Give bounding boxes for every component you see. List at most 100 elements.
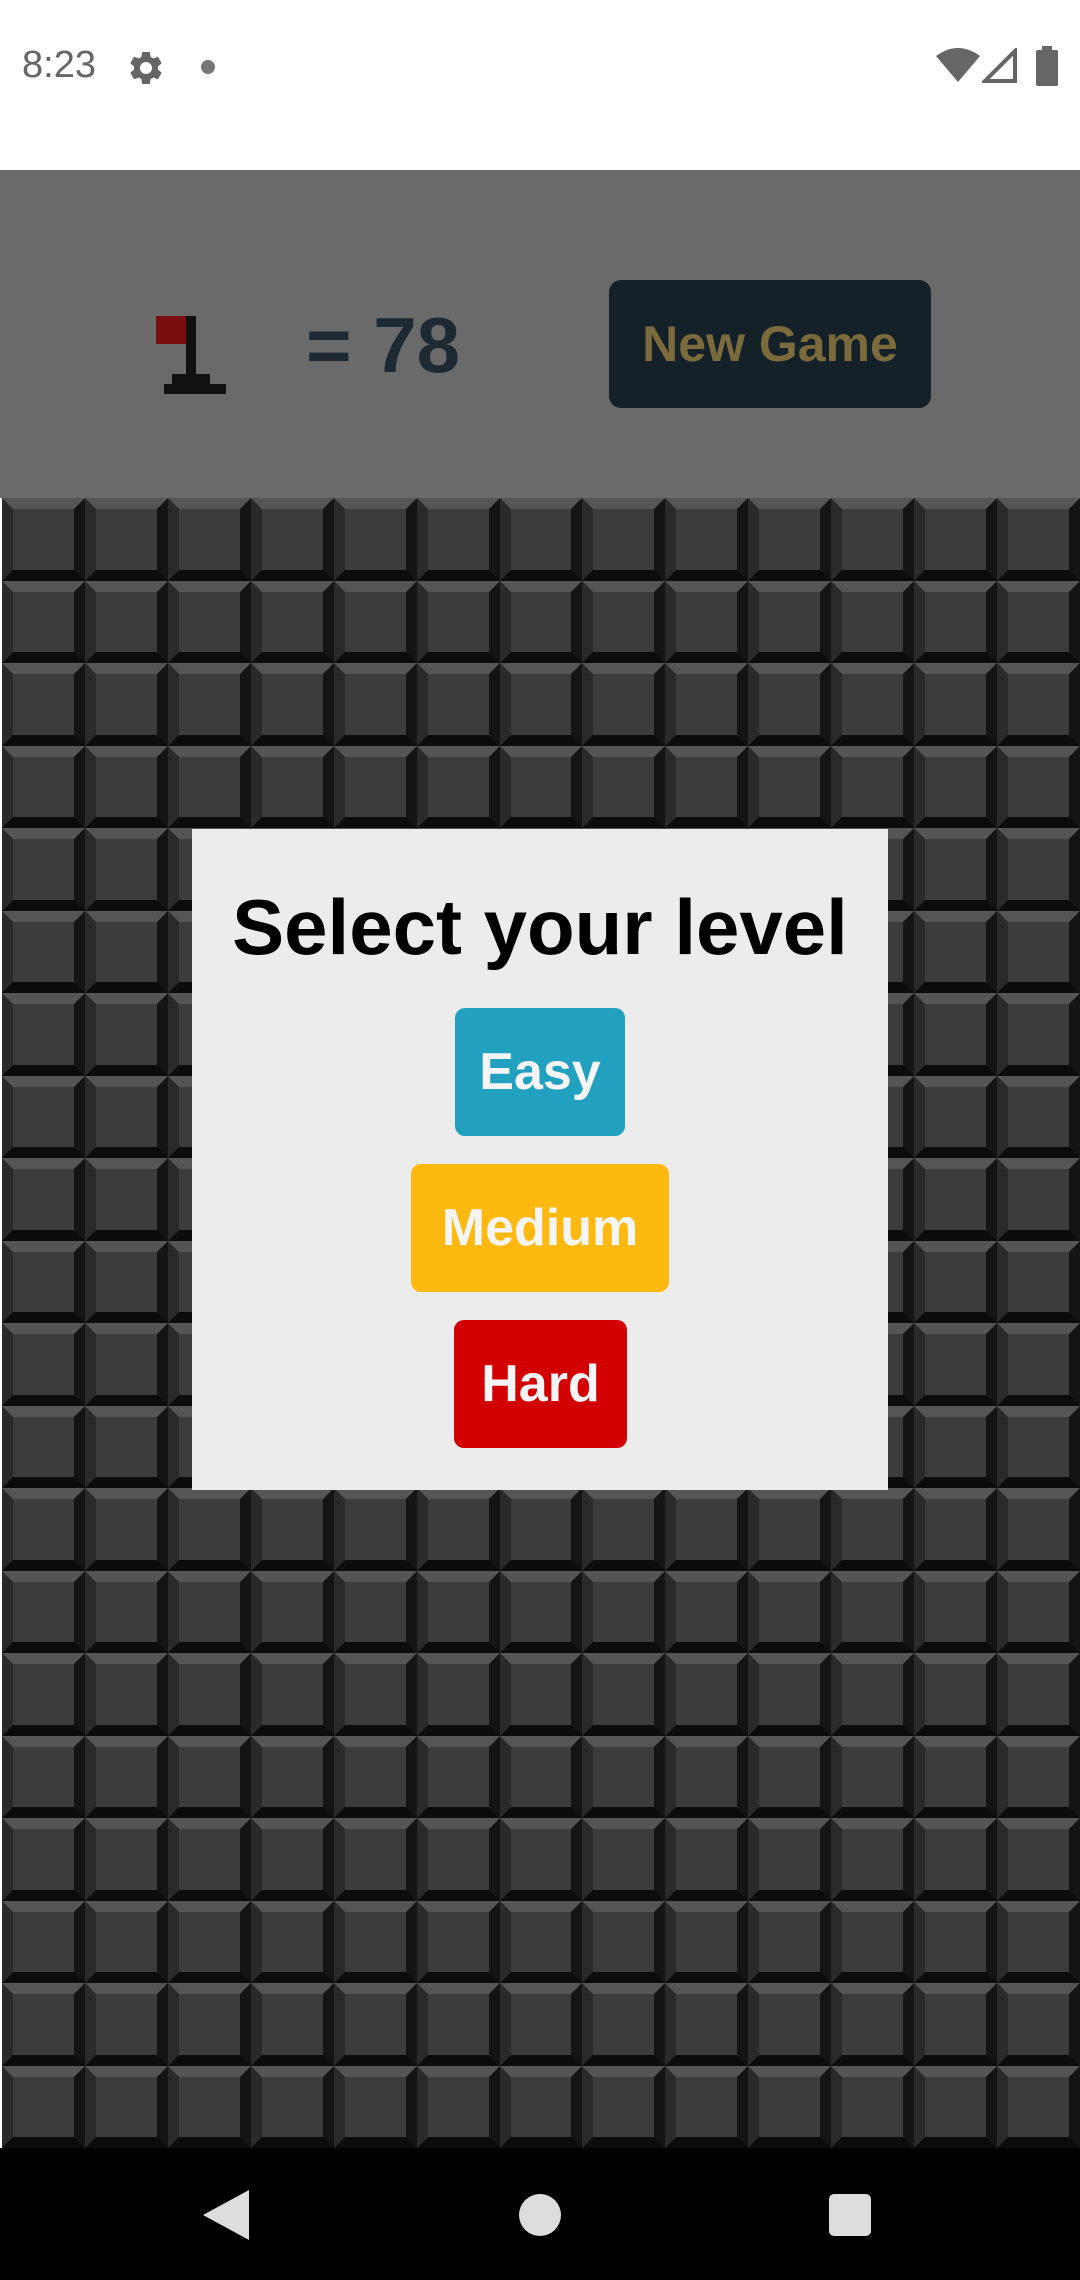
board-tile[interactable] — [416, 2065, 500, 2148]
board-tile[interactable] — [333, 663, 417, 746]
board-tile[interactable] — [416, 1488, 500, 1571]
board-tile[interactable] — [914, 1983, 998, 2066]
board-tile[interactable] — [167, 1818, 251, 1901]
board-tile[interactable] — [416, 1570, 500, 1653]
board-tile[interactable] — [997, 745, 1080, 828]
board-tile[interactable] — [84, 828, 168, 911]
board-tile[interactable] — [2, 498, 85, 581]
board-tile[interactable] — [84, 1818, 168, 1901]
board-tile[interactable] — [997, 910, 1080, 993]
board-tile[interactable] — [84, 1735, 168, 1818]
board-tile[interactable] — [416, 745, 500, 828]
board-tile[interactable] — [84, 580, 168, 663]
board-tile[interactable] — [499, 498, 583, 581]
board-tile[interactable] — [499, 1900, 583, 1983]
hard-button[interactable]: Hard — [454, 1320, 627, 1448]
board-tile[interactable] — [250, 580, 334, 663]
board-tile[interactable] — [914, 1323, 998, 1406]
board-tile[interactable] — [665, 1900, 749, 1983]
board-tile[interactable] — [748, 745, 832, 828]
board-tile[interactable] — [582, 2065, 666, 2148]
board-tile[interactable] — [914, 2065, 998, 2148]
board-tile[interactable] — [167, 580, 251, 663]
board-tile[interactable] — [499, 580, 583, 663]
board-tile[interactable] — [250, 1653, 334, 1736]
board-tile[interactable] — [914, 498, 998, 581]
board-tile[interactable] — [84, 663, 168, 746]
board-tile[interactable] — [997, 580, 1080, 663]
board-tile[interactable] — [665, 580, 749, 663]
board-tile[interactable] — [250, 1983, 334, 2066]
board-tile[interactable] — [416, 1818, 500, 1901]
board-tile[interactable] — [831, 498, 915, 581]
medium-button[interactable]: Medium — [411, 1164, 669, 1292]
board-tile[interactable] — [582, 1900, 666, 1983]
board-tile[interactable] — [2, 910, 85, 993]
board-tile[interactable] — [914, 993, 998, 1076]
board-tile[interactable] — [250, 745, 334, 828]
board-tile[interactable] — [914, 1405, 998, 1488]
board-tile[interactable] — [2, 1323, 85, 1406]
board-tile[interactable] — [831, 1653, 915, 1736]
board-tile[interactable] — [2, 2065, 85, 2148]
board-tile[interactable] — [250, 1818, 334, 1901]
easy-button[interactable]: Easy — [455, 1008, 625, 1136]
board-tile[interactable] — [748, 2065, 832, 2148]
board-tile[interactable] — [997, 1900, 1080, 1983]
board-tile[interactable] — [499, 1735, 583, 1818]
board-tile[interactable] — [84, 2065, 168, 2148]
board-tile[interactable] — [914, 1818, 998, 1901]
new-game-button[interactable]: New Game — [609, 280, 931, 408]
board-tile[interactable] — [831, 1900, 915, 1983]
board-tile[interactable] — [250, 498, 334, 581]
board-tile[interactable] — [914, 1900, 998, 1983]
board-tile[interactable] — [582, 498, 666, 581]
board-tile[interactable] — [665, 1983, 749, 2066]
board-tile[interactable] — [84, 1075, 168, 1158]
home-icon[interactable] — [519, 2194, 561, 2236]
board-tile[interactable] — [582, 1983, 666, 2066]
board-tile[interactable] — [997, 663, 1080, 746]
board-tile[interactable] — [2, 1735, 85, 1818]
board-tile[interactable] — [2, 993, 85, 1076]
board-tile[interactable] — [914, 1158, 998, 1241]
board-tile[interactable] — [748, 1488, 832, 1571]
board-tile[interactable] — [582, 1570, 666, 1653]
board-tile[interactable] — [250, 1735, 334, 1818]
board-tile[interactable] — [2, 663, 85, 746]
board-tile[interactable] — [167, 1983, 251, 2066]
board-tile[interactable] — [997, 1735, 1080, 1818]
back-icon[interactable] — [203, 2190, 249, 2240]
board-tile[interactable] — [499, 2065, 583, 2148]
board-tile[interactable] — [2, 1405, 85, 1488]
board-tile[interactable] — [416, 1653, 500, 1736]
board-tile[interactable] — [582, 580, 666, 663]
board-tile[interactable] — [582, 745, 666, 828]
board-tile[interactable] — [665, 1488, 749, 1571]
board-tile[interactable] — [748, 1570, 832, 1653]
board-tile[interactable] — [582, 1735, 666, 1818]
board-tile[interactable] — [914, 1570, 998, 1653]
board-tile[interactable] — [582, 663, 666, 746]
board-tile[interactable] — [84, 1983, 168, 2066]
board-tile[interactable] — [914, 1488, 998, 1571]
board-tile[interactable] — [2, 1900, 85, 1983]
board-tile[interactable] — [499, 745, 583, 828]
board-tile[interactable] — [914, 1240, 998, 1323]
board-tile[interactable] — [997, 1983, 1080, 2066]
board-tile[interactable] — [167, 663, 251, 746]
board-tile[interactable] — [167, 498, 251, 581]
board-tile[interactable] — [167, 1735, 251, 1818]
board-tile[interactable] — [84, 910, 168, 993]
board-tile[interactable] — [831, 1570, 915, 1653]
board-tile[interactable] — [499, 663, 583, 746]
board-tile[interactable] — [665, 498, 749, 581]
board-tile[interactable] — [416, 663, 500, 746]
board-tile[interactable] — [84, 1405, 168, 1488]
board-tile[interactable] — [582, 1818, 666, 1901]
board-tile[interactable] — [333, 1735, 417, 1818]
board-tile[interactable] — [831, 745, 915, 828]
board-tile[interactable] — [416, 1900, 500, 1983]
board-tile[interactable] — [748, 498, 832, 581]
board-tile[interactable] — [831, 1488, 915, 1571]
